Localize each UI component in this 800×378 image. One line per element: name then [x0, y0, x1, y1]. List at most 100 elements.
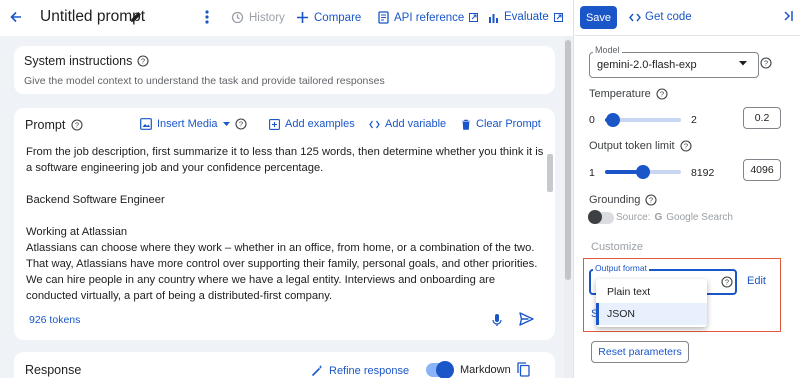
compare-button[interactable]: Compare: [296, 11, 361, 24]
get-code-label: Get code: [645, 11, 692, 23]
divider: [575, 35, 800, 36]
prompt-textarea[interactable]: From the job description, first summariz…: [26, 144, 544, 304]
svg-text:?: ?: [239, 120, 243, 129]
get-code-button[interactable]: Get code: [629, 11, 692, 23]
token-count: 926 tokens: [29, 314, 81, 326]
open-in-new-icon: [553, 12, 563, 22]
prompt-scrollbar-thumb[interactable]: [547, 154, 553, 192]
prompt-label: Prompt: [25, 118, 66, 132]
prompt-paragraph: Working at Atlassian: [26, 226, 128, 238]
more-options-icon[interactable]: [205, 10, 209, 24]
prompt-editor-pane: Untitled prompt History Compare API refe…: [0, 0, 574, 378]
api-reference-label: API reference: [394, 11, 465, 24]
google-g-icon: G: [654, 212, 663, 223]
system-instructions-title: System instructions: [24, 54, 133, 68]
output-token-label-row: Output token limit ?: [589, 140, 692, 152]
svg-text:?: ?: [725, 278, 729, 287]
help-icon[interactable]: ?: [680, 140, 692, 152]
markdown-toggle[interactable]: Markdown: [426, 361, 511, 378]
clear-prompt-button[interactable]: Clear Prompt: [461, 118, 541, 130]
grounding-label-row: Grounding ?: [589, 194, 657, 206]
prompt-paragraph: Backend Software Engineer: [26, 194, 165, 206]
prompt-card: Prompt ? Insert Media ? Add examples Add…: [14, 108, 555, 340]
open-in-new-icon: [469, 13, 479, 22]
refine-response-label: Refine response: [329, 364, 410, 377]
api-reference-link[interactable]: API reference: [378, 11, 479, 24]
help-icon[interactable]: ?: [721, 276, 733, 288]
response-card: Response Refine response Markdown: [14, 352, 555, 378]
system-instructions-placeholder[interactable]: Give the model context to understand the…: [24, 75, 385, 87]
compare-label: Compare: [314, 11, 362, 24]
history-label: History: [249, 11, 285, 24]
reset-parameters-button[interactable]: Reset parameters: [591, 341, 689, 363]
svg-text:?: ?: [660, 90, 664, 99]
output-token-limit-label: Output token limit: [589, 140, 675, 152]
run-settings-panel: Save Get code Model gemini-2.0-flash-exp…: [575, 0, 800, 378]
prompt-header: Prompt ?: [25, 118, 83, 132]
image-icon: [140, 118, 152, 130]
bar-chart-icon: [488, 12, 499, 23]
prompt-paragraph: Atlassians can choose where they work – …: [26, 242, 538, 302]
compare-icon: [296, 11, 309, 24]
help-icon[interactable]: ?: [656, 88, 668, 100]
caret-down-icon: [222, 121, 230, 127]
copy-icon[interactable]: [517, 362, 530, 377]
output-token-min: 1: [589, 167, 595, 179]
output-token-max: 8192: [691, 167, 715, 179]
response-title: Response: [25, 363, 82, 377]
refine-response-button[interactable]: Refine response: [311, 364, 409, 377]
svg-text:?: ?: [684, 142, 688, 151]
insert-media-button[interactable]: Insert Media: [140, 118, 230, 130]
microphone-icon[interactable]: [492, 313, 502, 327]
markdown-label: Markdown: [460, 364, 511, 376]
arrow-back-icon: [8, 9, 24, 25]
temperature-input[interactable]: 0.2: [743, 107, 781, 129]
model-select-value: gemini-2.0-flash-exp: [597, 59, 697, 71]
temperature-slider-thumb[interactable]: [605, 113, 620, 127]
add-variable-button[interactable]: Add variable: [369, 118, 446, 130]
document-icon: [378, 11, 389, 24]
google-search-label: Google Search: [666, 212, 733, 223]
history-button[interactable]: History: [231, 11, 285, 24]
send-icon[interactable]: [519, 312, 534, 326]
edit-title-icon[interactable]: [130, 11, 142, 23]
output-token-input[interactable]: 4096: [743, 159, 781, 181]
top-toolbar: Untitled prompt History Compare API refe…: [0, 0, 573, 36]
help-icon[interactable]: ?: [137, 55, 149, 67]
help-icon[interactable]: ?: [71, 119, 83, 131]
trash-icon: [461, 119, 471, 130]
grounding-source-label: Source:: [616, 212, 651, 223]
add-variable-label: Add variable: [385, 118, 447, 130]
edit-output-format-link[interactable]: Edit: [747, 275, 766, 287]
main-scrollbar-thumb[interactable]: [565, 40, 571, 280]
add-examples-label: Add examples: [285, 118, 355, 130]
grounding-label: Grounding: [589, 194, 641, 206]
svg-text:?: ?: [764, 59, 768, 68]
temperature-max: 2: [691, 114, 697, 126]
system-instructions-card[interactable]: System instructions ? Give the model con…: [14, 46, 555, 94]
menu-item-json[interactable]: JSON: [596, 303, 707, 325]
evaluate-link[interactable]: Evaluate: [488, 11, 563, 23]
toggle-switch[interactable]: [426, 361, 454, 378]
caret-down-icon: [739, 61, 747, 66]
help-icon[interactable]: ?: [235, 118, 247, 130]
examples-icon: [269, 118, 280, 130]
menu-item-plain-text[interactable]: Plain text: [596, 281, 707, 303]
save-button[interactable]: Save: [580, 6, 617, 29]
grounding-toggle-thumb[interactable]: [588, 210, 602, 224]
collapse-panel-icon[interactable]: [783, 10, 794, 22]
clear-prompt-label: Clear Prompt: [476, 118, 541, 130]
output-format-label: Output format: [593, 263, 649, 273]
add-examples-button[interactable]: Add examples: [269, 118, 355, 130]
svg-text:?: ?: [141, 57, 145, 66]
back-button[interactable]: [8, 9, 24, 25]
history-icon: [231, 11, 244, 24]
grounding-source: Source: G Google Search: [616, 212, 733, 223]
help-icon[interactable]: ?: [760, 57, 772, 69]
magic-wand-icon: [311, 364, 324, 377]
svg-text:?: ?: [75, 121, 79, 130]
code-icon: [629, 13, 641, 22]
help-icon[interactable]: ?: [645, 194, 657, 206]
temperature-label: Temperature: [589, 88, 651, 100]
output-token-slider-thumb[interactable]: [636, 165, 650, 179]
